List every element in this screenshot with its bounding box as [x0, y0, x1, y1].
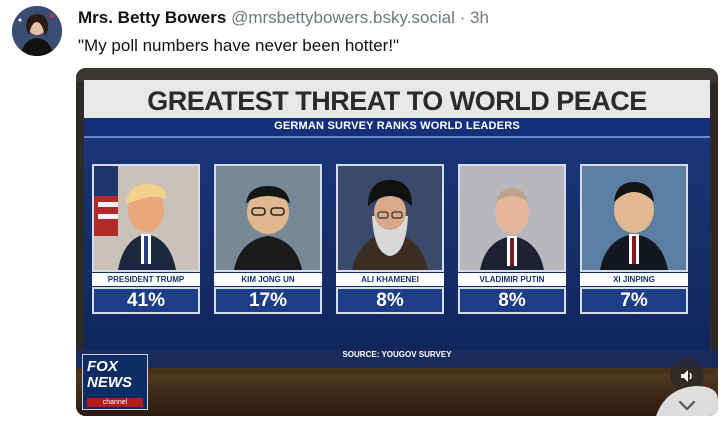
- author-handle[interactable]: @mrsbettybowers.bsky.social: [231, 8, 455, 27]
- leader-card: VLADIMIR PUTIN 8%: [458, 164, 566, 316]
- leader-name: KIM JONG UN: [214, 273, 322, 286]
- leader-percent: 8%: [336, 287, 444, 314]
- leader-percent: 7%: [580, 287, 688, 314]
- leader-name: VLADIMIR PUTIN: [458, 273, 566, 286]
- leader-photo: [580, 164, 688, 272]
- leader-photo: [336, 164, 444, 272]
- chevron-down-icon[interactable]: [656, 386, 718, 416]
- leader-photo: [92, 164, 200, 272]
- post-image[interactable]: GREATEST THREAT TO WORLD PEACE GERMAN SU…: [76, 68, 718, 416]
- author-name[interactable]: Mrs. Betty Bowers: [78, 8, 226, 27]
- leader-percent: 8%: [458, 287, 566, 314]
- board-subtitle: GERMAN SURVEY RANKS WORLD LEADERS: [274, 120, 520, 132]
- avatar-image: [12, 6, 62, 56]
- separator: ·: [459, 8, 466, 27]
- leader-card: KIM JONG UN 17%: [214, 164, 322, 316]
- board-title: GREATEST THREAT TO WORLD PEACE: [147, 86, 647, 116]
- leader-photo: [458, 164, 566, 272]
- leader-percent: 17%: [214, 287, 322, 314]
- source-label: SOURCE: YOUGOV SURVEY: [342, 350, 452, 359]
- leader-name: ALI KHAMENEI: [336, 273, 444, 286]
- leader-photo: [214, 164, 322, 272]
- post-text: "My poll numbers have never been hotter!…: [78, 36, 400, 55]
- post-header: Mrs. Betty Bowers @mrsbettybowers.bsky.s…: [78, 8, 489, 28]
- leader-name: PRESIDENT TRUMP: [92, 273, 200, 286]
- leader-percent: 41%: [92, 287, 200, 314]
- leader-card: ALI KHAMENEI 8%: [336, 164, 444, 316]
- fox-news-logo: FOX NEWS channel: [82, 354, 148, 410]
- leader-card: PRESIDENT TRUMP 41%: [92, 164, 200, 316]
- leader-card: XI JINPING 7%: [580, 164, 688, 316]
- avatar[interactable]: [12, 6, 62, 56]
- leader-name: XI JINPING: [580, 273, 688, 286]
- post-time[interactable]: 3h: [470, 8, 489, 27]
